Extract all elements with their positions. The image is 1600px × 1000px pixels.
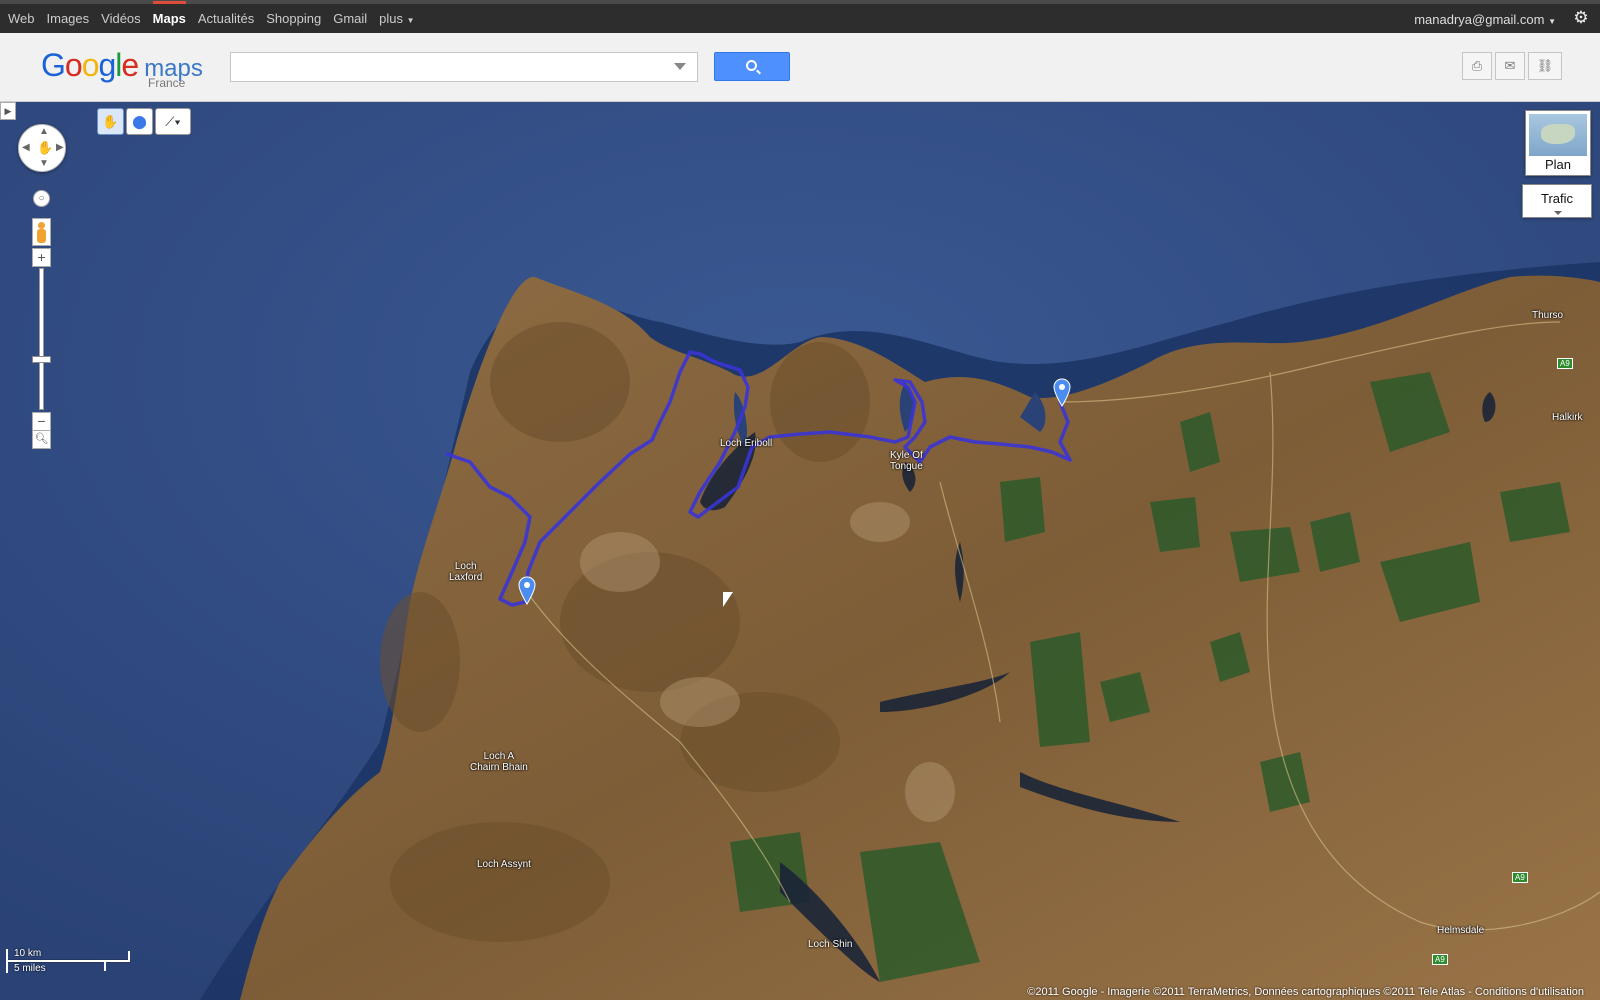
print-button[interactable]: ⎙: [1462, 52, 1492, 80]
email-button[interactable]: ✉: [1495, 52, 1525, 80]
nav-link-more[interactable]: plus ▼: [379, 11, 414, 26]
top-navigation-bar: Web Images Vidéos Maps Actualités Shoppi…: [0, 0, 1600, 33]
map-copyright[interactable]: ©2011 Google - Imagerie ©2011 TerraMetri…: [1027, 986, 1584, 998]
nav-more-label: plus: [379, 11, 404, 26]
road-badge-a9: A9: [1432, 954, 1448, 965]
place-label-thurso: Thurso: [1532, 310, 1564, 321]
search-history-dropdown[interactable]: [674, 63, 686, 70]
placemark-tool-button[interactable]: ⬤: [126, 108, 153, 135]
placemark-icon: ⬤: [132, 114, 147, 129]
pan-control[interactable]: ▲ ▼ ◀ ▶ ✋: [18, 124, 66, 172]
pan-left-icon[interactable]: ◀: [22, 142, 30, 153]
plan-thumbnail: [1529, 114, 1587, 156]
satellite-imagery: [0, 102, 1600, 1000]
road-badge-a9: A9: [1512, 872, 1528, 883]
logo-region: France: [148, 76, 186, 90]
zoom-box-button[interactable]: 🔍︎: [32, 430, 51, 449]
account-email: manadrya@gmail.com: [1414, 12, 1545, 27]
polyline-tool-button[interactable]: ⟋▾: [155, 108, 191, 135]
print-icon: ⎙: [1471, 58, 1483, 73]
map-scale: 10 km 5 miles: [6, 948, 130, 975]
place-label-loch-assynt: Loch Assynt: [477, 859, 531, 870]
email-icon: ✉: [1504, 58, 1516, 73]
map-canvas[interactable]: Loch Eriboll Kyle Of Tongue Loch Laxford…: [0, 102, 1600, 1000]
zoom-out-button[interactable]: −: [32, 412, 51, 431]
pegman-icon[interactable]: [32, 218, 51, 246]
zoom-slider-track[interactable]: [39, 268, 44, 410]
nav-link-web[interactable]: Web: [8, 11, 35, 26]
chevron-down-icon[interactable]: [1554, 211, 1562, 215]
maps-header: Google maps France ⎙ ✉ ⛓: [0, 33, 1600, 102]
plan-label: Plan: [1544, 157, 1572, 172]
map-marker-icon[interactable]: [1052, 378, 1072, 408]
nav-link-shopping[interactable]: Shopping: [266, 11, 321, 26]
map-tools: ✋ ⬤ ⟋▾: [97, 108, 193, 135]
chevron-down-icon: ▼: [406, 16, 415, 25]
link-icon: ⛓: [1536, 58, 1554, 73]
place-label-halkirk: Halkirk: [1552, 412, 1583, 423]
traffic-label: Trafic: [1540, 191, 1574, 206]
place-label-loch-laxford: Loch Laxford: [449, 561, 483, 583]
gear-icon[interactable]: ⚙: [1572, 9, 1590, 27]
nav-link-images[interactable]: Images: [47, 11, 90, 26]
chevron-down-icon: ▼: [1548, 17, 1556, 26]
circle-icon: ○: [38, 193, 45, 204]
hand-icon: ✋: [102, 114, 119, 129]
traffic-layer-button[interactable]: Trafic: [1522, 184, 1592, 218]
place-label-kyle-of-tongue: Kyle Of Tongue: [890, 450, 923, 472]
place-label-loch-a-chairn-bhain: Loch A Chairn Bhain: [470, 751, 528, 773]
account-menu[interactable]: manadrya@gmail.com ▼: [1414, 12, 1556, 27]
side-panel-toggle[interactable]: ▶: [0, 102, 16, 120]
road-badge-a9: A9: [1557, 358, 1573, 369]
chevron-right-icon: ▶: [4, 106, 12, 116]
mouse-cursor: [723, 592, 733, 607]
search-input[interactable]: [230, 52, 698, 82]
polyline-icon: ⟋▾: [165, 114, 181, 129]
map-type-plan-button[interactable]: Plan: [1525, 110, 1591, 176]
pan-down-icon[interactable]: ▼: [39, 158, 49, 169]
pan-right-icon[interactable]: ▶: [56, 142, 64, 153]
nav-link-actualites[interactable]: Actualités: [198, 11, 254, 26]
place-label-loch-shin: Loch Shin: [808, 939, 853, 950]
zoom-slider-handle[interactable]: [32, 355, 51, 363]
link-button[interactable]: ⛓: [1528, 52, 1562, 80]
top-nav-links: Web Images Vidéos Maps Actualités Shoppi…: [8, 1, 427, 26]
scale-miles-label: 5 miles: [14, 963, 46, 974]
nav-link-maps[interactable]: Maps: [152, 1, 186, 26]
hand-icon: ✋: [37, 140, 54, 155]
zoom-in-button[interactable]: +: [32, 248, 51, 267]
search-button[interactable]: [714, 52, 790, 81]
map-marker-icon[interactable]: [517, 576, 537, 606]
pan-up-icon[interactable]: ▲: [39, 126, 49, 137]
search-icon: [746, 60, 757, 71]
street-view-button[interactable]: ○: [33, 190, 50, 207]
nav-link-gmail[interactable]: Gmail: [333, 11, 367, 26]
scale-km-label: 10 km: [14, 948, 42, 959]
place-label-loch-eriboll: Loch Eriboll: [720, 438, 773, 449]
nav-link-videos[interactable]: Vidéos: [101, 11, 141, 26]
place-label-helmsdale: Helmsdale: [1437, 925, 1485, 936]
hand-tool-button[interactable]: ✋: [97, 108, 124, 135]
magnifier-icon: 🔍︎: [34, 433, 49, 445]
